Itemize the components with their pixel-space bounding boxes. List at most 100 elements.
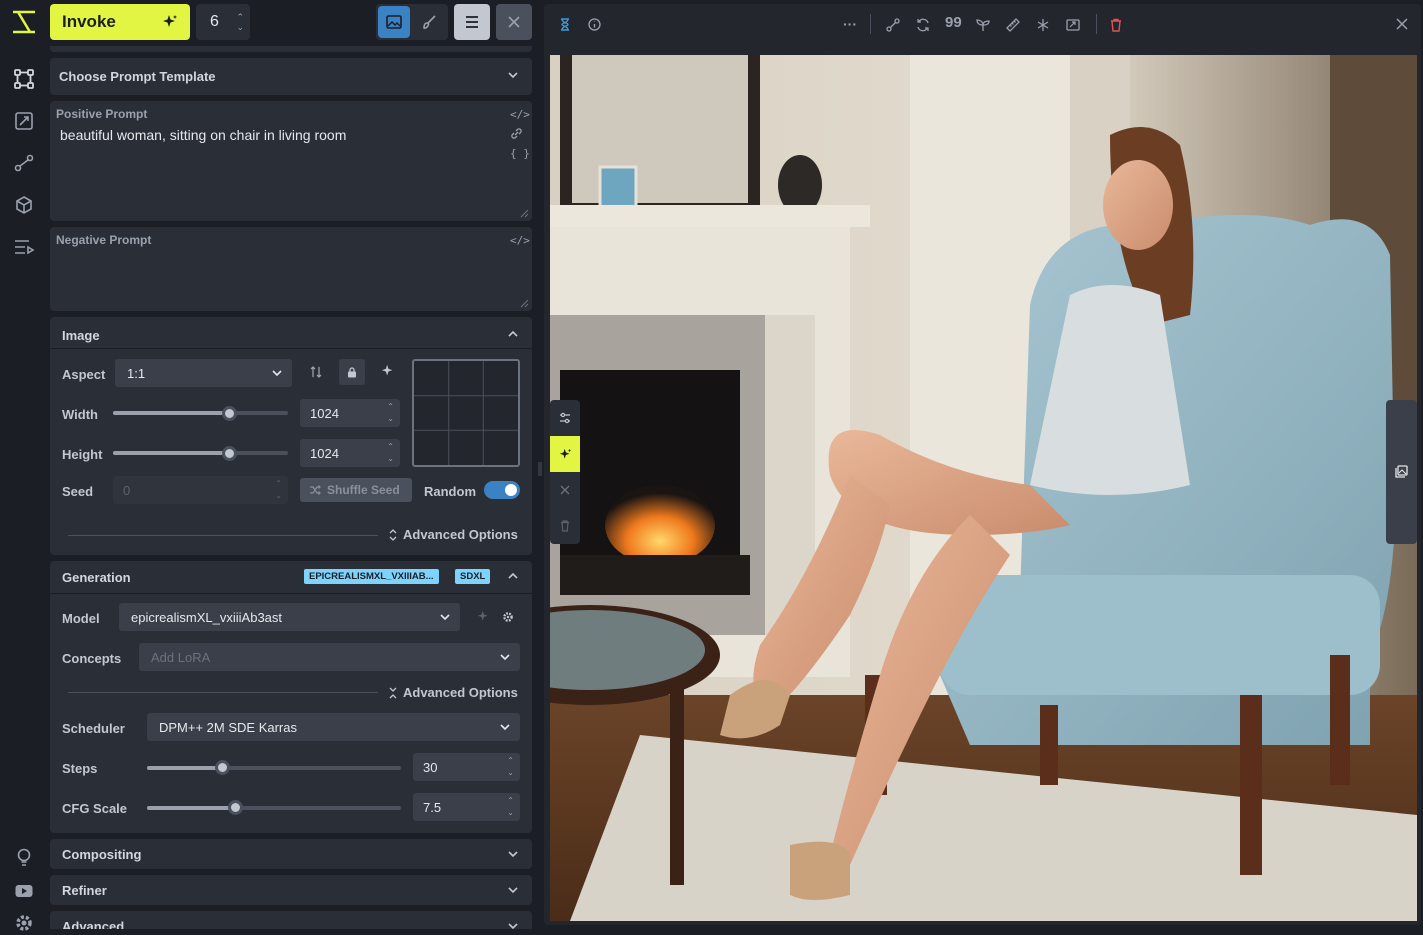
settings-gear-icon[interactable] (12, 911, 36, 935)
cfg-slider-track[interactable] (147, 806, 401, 810)
generated-image[interactable] (550, 55, 1417, 921)
prompt-template-label: Choose Prompt Template (59, 69, 216, 84)
lock-aspect-button[interactable] (339, 359, 365, 385)
use-prompt-quote-icon[interactable]: 99 (945, 14, 962, 31)
use-size-ruler-icon[interactable] (1006, 18, 1020, 32)
clear-queue-trash-icon[interactable] (550, 508, 580, 544)
advanced-section-header[interactable]: Advanced (50, 911, 532, 929)
cancel-x-icon[interactable] (550, 472, 580, 508)
steps-input[interactable]: 30 ⌃ ⌄ (413, 753, 520, 781)
progress-hourglass-icon[interactable] (560, 18, 570, 31)
video-play-icon[interactable] (12, 879, 36, 903)
divider (50, 348, 532, 349)
invoke-sparkle-button[interactable] (550, 436, 580, 472)
width-slider-fill (113, 411, 230, 415)
compositing-section-header[interactable]: Compositing (50, 839, 532, 869)
image-advanced-options-toggle[interactable]: Advanced Options (389, 527, 518, 542)
scheduler-select[interactable]: DPM++ 2M SDE Karras (147, 713, 520, 741)
invoke-label: Invoke (62, 12, 116, 31)
width-input[interactable]: 1024 ⌃ ⌄ (300, 399, 400, 427)
stepper-arrows-icon[interactable]: ⌃ ⌄ (387, 401, 394, 425)
iterations-value: 6 (210, 13, 219, 30)
cfg-scale-input[interactable]: 7.5 ⌃ ⌄ (413, 793, 520, 821)
iterations-stepper[interactable]: 6 ⌃ ⌄ (196, 4, 250, 40)
height-slider-thumb[interactable] (222, 446, 237, 461)
upscale-frame-icon[interactable] (1066, 18, 1080, 32)
resize-handle-icon[interactable] (520, 299, 529, 308)
expand-icon (389, 528, 397, 541)
refiner-section-header[interactable]: Refiner (50, 875, 532, 905)
stepper-arrows-icon[interactable]: ⌃ ⌄ (387, 441, 394, 465)
width-slider-track[interactable] (113, 411, 288, 415)
concepts-select[interactable]: Add LoRA (139, 643, 520, 671)
upscale-icon[interactable] (12, 109, 36, 133)
scheduler-value: DPM++ 2M SDE Karras (159, 719, 297, 735)
canvas-brush-button[interactable] (413, 6, 445, 38)
aspect-select[interactable]: 1:1 (115, 359, 292, 387)
delete-trash-icon[interactable] (1110, 18, 1122, 32)
load-workflow-icon[interactable] (886, 18, 900, 32)
braces-icon[interactable]: { } (510, 147, 530, 160)
workflows-icon[interactable] (12, 151, 36, 175)
model-badge: EPICREALISMXL_VXIIIAB... (304, 569, 439, 584)
menu-button[interactable] (454, 4, 490, 40)
stepper-arrows-icon[interactable]: ⌃ ⌄ (507, 755, 514, 779)
gallery-images-icon (1395, 465, 1408, 478)
close-viewer-icon[interactable] (1396, 18, 1408, 30)
lightbulb-icon[interactable] (12, 845, 36, 869)
image-view-button[interactable] (378, 6, 410, 38)
height-label: Height (62, 447, 103, 462)
resize-handle-icon[interactable] (520, 209, 529, 218)
positive-prompt-box[interactable]: Positive Prompt beautiful woman, sitting… (50, 101, 532, 221)
gallery-toggle-tab[interactable] (1386, 400, 1417, 544)
stepper-arrows-icon[interactable]: ⌃ ⌄ (236, 12, 244, 32)
model-settings-gear-icon[interactable] (502, 611, 514, 623)
parameters-sliders-icon[interactable] (550, 400, 580, 436)
concepts-placeholder: Add LoRA (151, 649, 211, 665)
link-icon[interactable] (510, 127, 523, 140)
height-slider-track[interactable] (113, 451, 288, 455)
info-icon[interactable] (588, 18, 601, 31)
positive-prompt-label: Positive Prompt (56, 107, 148, 121)
code-icon[interactable]: </> (510, 234, 530, 247)
width-slider-thumb[interactable] (222, 406, 237, 421)
steps-slider-thumb[interactable] (215, 760, 230, 775)
shuffle-seed-button[interactable]: Shuffle Seed (300, 478, 412, 502)
model-label: Model (62, 611, 100, 626)
invoke-button[interactable]: Invoke (50, 4, 190, 40)
seed-input[interactable]: 0 ⌃ ⌄ (113, 476, 288, 504)
model-value: epicrealismXL_vxiiiAb3ast (131, 609, 283, 625)
use-all-asterisk-icon[interactable] (1036, 18, 1050, 32)
panel-resize-gutter[interactable] (536, 0, 544, 929)
queue-icon[interactable] (12, 235, 36, 259)
compositing-title: Compositing (62, 846, 142, 862)
model-sparkle-icon[interactable] (477, 610, 490, 623)
steps-slider-fill (147, 766, 223, 770)
left-rail (0, 0, 46, 931)
divider (68, 535, 378, 536)
cancel-button[interactable] (496, 4, 532, 40)
optimal-size-sparkle-icon[interactable] (381, 364, 395, 378)
positive-prompt-text[interactable]: beautiful woman, sitting on chair in liv… (60, 127, 346, 143)
negative-prompt-label: Negative Prompt (56, 233, 152, 247)
stepper-arrows-icon[interactable]: ⌃ ⌄ (275, 478, 282, 502)
cfg-slider-thumb[interactable] (228, 800, 243, 815)
more-options-icon[interactable]: ··· (843, 16, 857, 32)
prompt-template-select[interactable]: Choose Prompt Template (50, 58, 532, 95)
steps-slider-track[interactable] (147, 766, 401, 770)
models-cube-icon[interactable] (12, 193, 36, 217)
canvas-workflow-icon[interactable] (12, 67, 36, 91)
chevron-down-icon (440, 613, 450, 621)
generation-advanced-options-toggle[interactable]: Advanced Options (389, 685, 518, 700)
swap-dimensions-icon[interactable] (309, 365, 323, 379)
model-select[interactable]: epicrealismXL_vxiiiAb3ast (119, 603, 460, 631)
code-icon[interactable]: </> (510, 108, 530, 121)
remix-recycle-icon[interactable] (916, 18, 930, 32)
stepper-arrows-icon[interactable]: ⌃ ⌄ (507, 795, 514, 819)
aspect-preview-grid (412, 359, 520, 467)
random-toggle[interactable] (484, 481, 520, 499)
use-seed-sprout-icon[interactable] (976, 18, 990, 32)
aspect-value: 1:1 (127, 365, 146, 381)
negative-prompt-box[interactable]: Negative Prompt </> (50, 227, 532, 311)
height-input[interactable]: 1024 ⌃ ⌄ (300, 439, 400, 467)
